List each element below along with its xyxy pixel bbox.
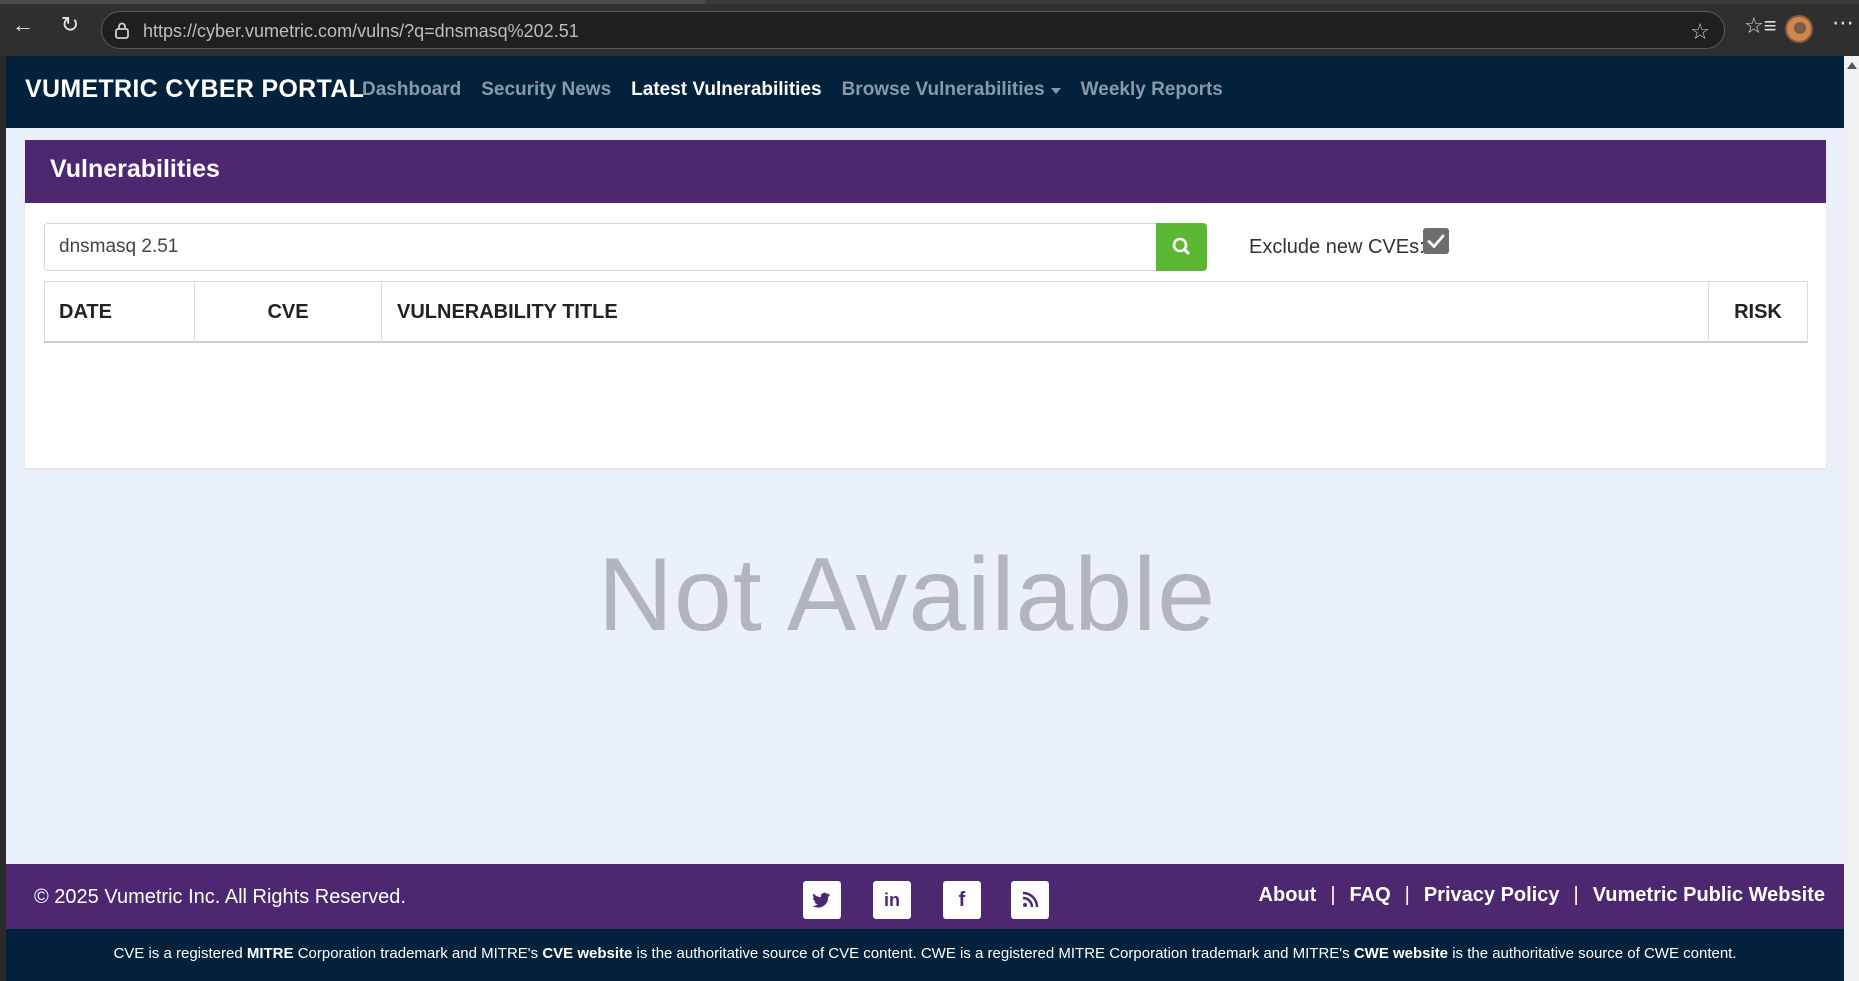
nav-links: Dashboard Security News Latest Vulnerabi… xyxy=(362,79,1223,101)
exclude-new-cves-checkbox[interactable] xyxy=(1423,228,1449,254)
profile-avatar[interactable] xyxy=(1785,15,1813,43)
column-header-risk[interactable]: RISK xyxy=(1709,282,1807,342)
url-text[interactable]: https://cyber.vumetric.com/vulns/?q=dnsm… xyxy=(143,21,579,42)
footer-separator: | xyxy=(1330,884,1336,906)
site-brand[interactable]: VUMETRIC CYBER PORTAL xyxy=(25,75,364,104)
favorites-list-icon[interactable]: ☆≡ xyxy=(1744,13,1777,39)
site-navbar: VUMETRIC CYBER PORTAL Dashboard Security… xyxy=(6,56,1844,128)
copyright-text: © 2025 Vumetric Inc. All Rights Reserved… xyxy=(34,886,406,908)
rss-glyph xyxy=(1022,891,1039,908)
reload-icon[interactable]: ↻ xyxy=(57,12,83,38)
twitter-icon[interactable] xyxy=(803,881,841,919)
browser-toolbar: ← ↻ https://cyber.vumetric.com/vulns/?q=… xyxy=(0,0,1859,56)
favorite-star-icon[interactable]: ☆ xyxy=(1690,19,1710,45)
footer-separator: | xyxy=(1404,884,1410,906)
column-header-date[interactable]: DATE xyxy=(45,282,195,342)
disclaimer-part4: is the authoritative source of CWE conte… xyxy=(1448,945,1737,962)
cwe-website-link[interactable]: CWE website xyxy=(1354,945,1448,962)
disclaimer-text: CVE is a registered MITRE Corporation tr… xyxy=(6,945,1844,962)
search-button[interactable] xyxy=(1156,223,1207,271)
nav-latest-vulnerabilities[interactable]: Latest Vulnerabilities xyxy=(631,79,821,101)
linkedin-icon[interactable]: in xyxy=(873,881,911,919)
column-header-cve[interactable]: CVE xyxy=(195,282,382,342)
nav-browse-vulnerabilities[interactable]: Browse Vulnerabilities xyxy=(842,79,1061,101)
cve-website-link[interactable]: CVE website xyxy=(542,945,632,962)
rss-icon[interactable] xyxy=(1011,881,1049,919)
more-menu-icon[interactable]: ⋯ xyxy=(1832,10,1854,36)
card-header: Vulnerabilities xyxy=(25,140,1826,203)
exclude-new-cves-label: Exclude new CVEs: xyxy=(1249,236,1425,258)
footer-links: About | FAQ | Privacy Policy | Vumetric … xyxy=(1259,884,1825,907)
address-bar[interactable]: https://cyber.vumetric.com/vulns/?q=dnsm… xyxy=(101,11,1725,49)
mitre-text: MITRE xyxy=(246,945,294,962)
footer-link-about[interactable]: About xyxy=(1259,884,1317,907)
checkmark-icon xyxy=(1427,234,1445,248)
disclaimer-part1: CVE is a registered xyxy=(113,945,247,962)
empty-state-message: Not Available xyxy=(597,537,1217,653)
scroll-up-arrow-icon[interactable] xyxy=(1847,62,1857,69)
vulnerabilities-card: Vulnerabilities Exclude new CVEs: DATE C… xyxy=(25,140,1826,468)
footer-link-faq[interactable]: FAQ xyxy=(1350,884,1391,907)
nav-weekly-reports[interactable]: Weekly Reports xyxy=(1081,79,1223,101)
site-footer: © 2025 Vumetric Inc. All Rights Reserved… xyxy=(6,864,1844,929)
page-viewport: VUMETRIC CYBER PORTAL Dashboard Security… xyxy=(6,56,1844,981)
active-tab-indicator[interactable] xyxy=(0,0,705,4)
search-input[interactable] xyxy=(44,223,1156,271)
nav-dashboard[interactable]: Dashboard xyxy=(362,79,461,101)
column-header-vulnerability-title[interactable]: VULNERABILITY TITLE xyxy=(382,282,1709,342)
nav-browse-label[interactable]: Browse Vulnerabilities xyxy=(842,79,1045,100)
search-icon xyxy=(1172,237,1190,255)
vulnerabilities-table: DATE CVE VULNERABILITY TITLE RISK xyxy=(44,281,1808,343)
disclaimer-bar: CVE is a registered MITRE Corporation tr… xyxy=(6,929,1844,981)
nav-security-news[interactable]: Security News xyxy=(481,79,611,101)
facebook-icon[interactable]: f xyxy=(943,881,981,919)
footer-link-public-website[interactable]: Vumetric Public Website xyxy=(1593,884,1825,907)
page-scrollbar[interactable] xyxy=(1844,56,1859,981)
back-icon[interactable]: ← xyxy=(10,12,36,38)
disclaimer-part2: Corporation trademark and MITRE's xyxy=(293,945,543,962)
tab-strip xyxy=(0,0,1859,4)
disclaimer-part3: is the authoritative source of CVE conte… xyxy=(632,945,1354,962)
card-title: Vulnerabilities xyxy=(50,155,220,183)
lock-icon[interactable] xyxy=(115,22,129,39)
twitter-bird-glyph xyxy=(812,892,830,908)
footer-link-privacy-policy[interactable]: Privacy Policy xyxy=(1424,884,1560,907)
chevron-down-icon xyxy=(1050,87,1061,94)
footer-separator: | xyxy=(1573,884,1579,906)
